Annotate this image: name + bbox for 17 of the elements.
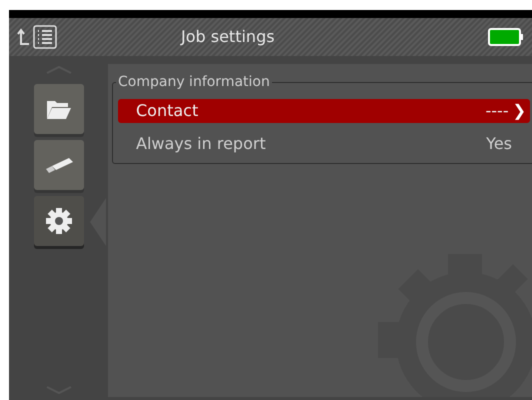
settings-row[interactable]: Contact ---- ❯ bbox=[118, 99, 530, 123]
settings-row[interactable]: Always in report Yes bbox=[118, 132, 530, 156]
row-value: Yes bbox=[486, 133, 512, 155]
chevron-icon: ❯ bbox=[512, 99, 526, 123]
row-label: Contact bbox=[136, 100, 198, 122]
screen-title: Job settings bbox=[181, 26, 275, 48]
usb-drive-icon bbox=[44, 157, 74, 173]
row-label: Always in report bbox=[136, 133, 266, 155]
group-title: Company information bbox=[116, 73, 272, 91]
folder-icon bbox=[46, 98, 72, 120]
sidebar-button[interactable] bbox=[34, 84, 84, 134]
list-icon[interactable] bbox=[33, 25, 57, 49]
row-value: ---- bbox=[486, 100, 509, 122]
sidebar-button[interactable] bbox=[34, 140, 84, 190]
up-arrow-icon[interactable] bbox=[17, 28, 31, 46]
battery-icon bbox=[488, 27, 524, 47]
gear-icon bbox=[46, 208, 72, 234]
